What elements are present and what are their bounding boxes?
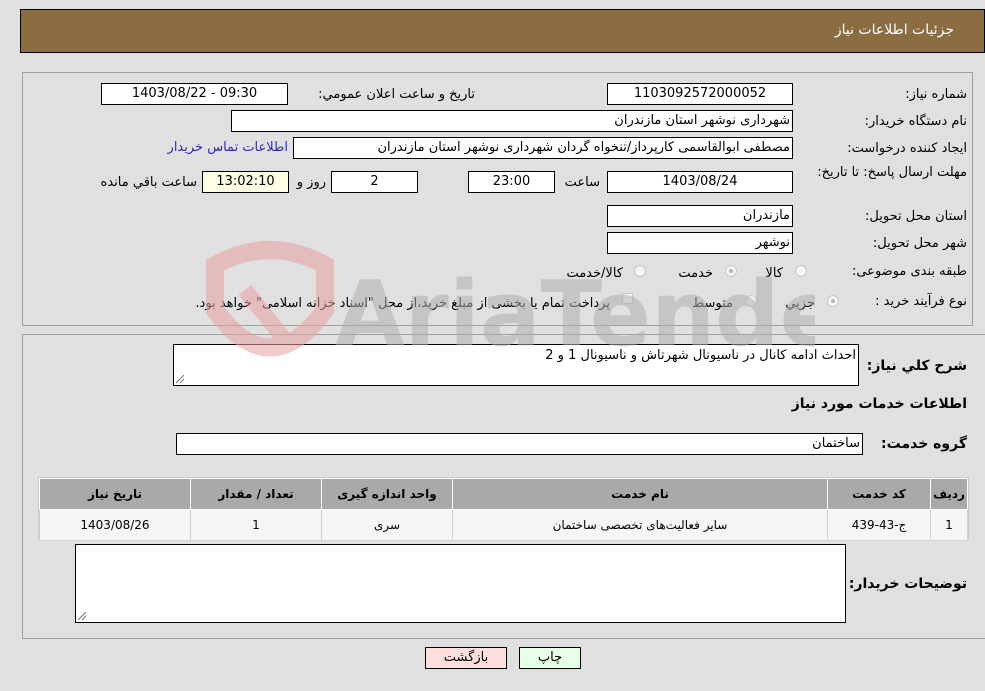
province-field: مازندران [607, 205, 793, 227]
purchase-medium-radio[interactable] [745, 295, 757, 307]
need-number-label: شماره نیاز: [905, 87, 967, 102]
resize-grip-icon[interactable] [176, 375, 184, 383]
treasury-note: پرداخت تمام یا بخشی از مبلغ خرید،از محل … [195, 296, 610, 311]
treasury-checkbox[interactable] [622, 293, 633, 304]
cell-unit: سری [321, 509, 453, 541]
service-group-field: ساختمان [176, 433, 863, 455]
services-table: ردیف کد خدمت نام خدمت واحد اندازه گیری ت… [39, 478, 968, 541]
description-text: احداث ادامه کانال در ناسیونال شهرتاش و ن… [545, 348, 856, 363]
page-title: جزئیات اطلاعات نیاز [834, 22, 954, 38]
deadline-date-field: 1403/08/24 [607, 171, 793, 193]
time-remaining-field: 13:02:10 [202, 171, 289, 193]
buyer-org-field: شهرداری نوشهر استان مازندران [231, 110, 793, 132]
days-remaining-field: 2 [331, 171, 418, 193]
col-unit: واحد اندازه گیری [321, 478, 453, 510]
cell-row-number: 1 [930, 509, 968, 541]
col-service-name: نام خدمت [452, 478, 828, 510]
description-label: شرح کلي نياز: [866, 358, 967, 374]
buyer-notes-textarea[interactable] [75, 544, 846, 623]
category-goods-service-radio[interactable] [634, 265, 646, 277]
buyer-notes-label: توضیحات خریدار: [848, 576, 967, 592]
need-number-field: 1103092572000052 [607, 83, 793, 105]
category-label: طبقه بندی موضوعی: [851, 264, 967, 279]
deadline-label: مهلت ارسال پاسخ: تا تاریخ: [817, 165, 967, 180]
buyer-org-label: نام دستگاه خریدار: [864, 114, 967, 129]
requester-label: ایجاد کننده درخواست: [847, 141, 967, 156]
resize-grip-icon[interactable] [78, 612, 86, 620]
city-field: نوشهر [607, 232, 793, 254]
service-group-label: گروه خدمت: [881, 436, 967, 452]
cell-service-name: سایر فعالیت‌های تخصصی ساختمان [452, 509, 828, 541]
services-heading: اطلاعات خدمات مورد نیاز [791, 396, 967, 412]
announce-datetime-label: تاریخ و ساعت اعلان عمومي: [318, 87, 475, 102]
col-service-code: کد خدمت [827, 478, 931, 510]
category-goods-service-label: کالا/خدمت [566, 266, 623, 281]
cell-service-code: ج-43-439 [827, 509, 931, 541]
cell-need-date: 1403/08/26 [39, 509, 191, 541]
cell-quantity: 1 [190, 509, 322, 541]
buyer-contact-link[interactable]: اطلاعات تماس خریدار [168, 140, 288, 155]
category-service-radio[interactable] [725, 265, 737, 277]
time-remaining-label: ساعت باقي مانده [100, 175, 197, 190]
buyer-notes-text [76, 545, 845, 551]
purchase-type-label: نوع فرآیند خرید : [875, 294, 967, 309]
province-label: استان محل تحویل: [865, 209, 967, 224]
deadline-time-label: ساعت [564, 175, 600, 190]
deadline-time-field: 23:00 [468, 171, 555, 193]
days-label: روز و [296, 175, 326, 190]
purchase-partial-label: جزيي [785, 296, 815, 311]
back-button[interactable]: بازگشت [425, 647, 507, 669]
category-goods-radio[interactable] [795, 265, 807, 277]
table-row: 1 ج-43-439 سایر فعالیت‌های تخصصی ساختمان… [39, 509, 968, 541]
services-table-wrap: ردیف کد خدمت نام خدمت واحد اندازه گیری ت… [38, 477, 969, 541]
city-label: شهر محل تحویل: [872, 236, 967, 251]
announce-datetime-field: 1403/08/22 - 09:30 [101, 83, 288, 105]
col-need-date: تاریخ نیاز [39, 478, 191, 510]
purchase-partial-radio[interactable] [827, 295, 839, 307]
category-service-label: خدمت [678, 266, 713, 281]
print-button[interactable]: چاپ [519, 647, 581, 669]
table-header-row: ردیف کد خدمت نام خدمت واحد اندازه گیری ت… [39, 478, 968, 510]
requester-field: مصطفی ابوالقاسمی کارپرداز/تنخواه گردان ش… [293, 137, 793, 159]
description-textarea[interactable]: احداث ادامه کانال در ناسیونال شهرتاش و ن… [173, 344, 859, 386]
category-goods-label: کالا [765, 266, 783, 281]
purchase-medium-label: متوسط [692, 296, 733, 311]
col-row-number: ردیف [930, 478, 968, 510]
col-quantity: تعداد / مقدار [190, 478, 322, 510]
page-header: جزئیات اطلاعات نیاز [20, 9, 985, 53]
